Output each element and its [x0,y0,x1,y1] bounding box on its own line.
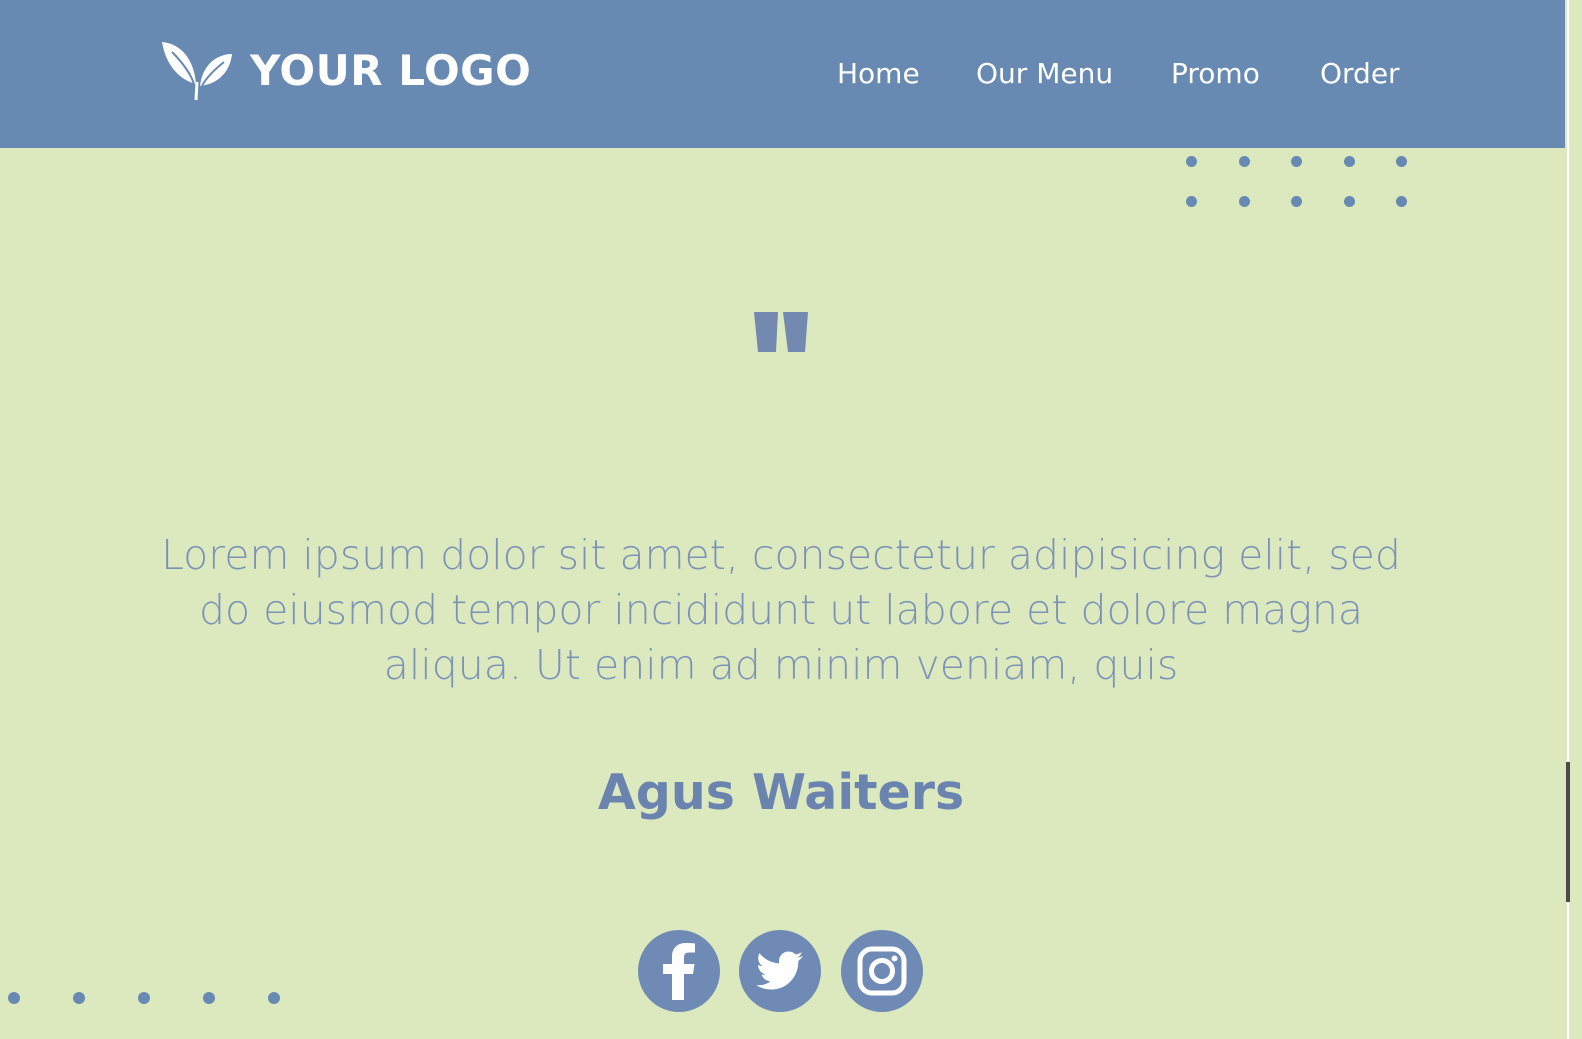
decor-dot [1291,156,1302,167]
decor-dot [1291,196,1302,207]
instagram-link[interactable] [841,930,923,1012]
scrollbar-thumb[interactable] [1566,762,1570,902]
quote-mark-icon [754,312,808,352]
vertical-scrollbar[interactable] [1565,0,1582,1039]
decor-dot [1186,196,1197,207]
decor-dot [73,992,85,1004]
decor-dot [1239,156,1250,167]
decor-dot [268,992,280,1004]
header-navbar: YOUR LOGO Home Our Menu Promo Order [0,0,1565,148]
facebook-link[interactable] [638,930,720,1012]
twitter-icon [756,951,803,990]
decor-dot [1239,196,1250,207]
main-nav: Home Our Menu Promo Order [0,56,1565,92]
decor-dot [138,992,150,1004]
decor-dot [8,992,20,1004]
decor-dot [1344,156,1355,167]
facebook-icon [663,943,695,1000]
decor-dot [1344,196,1355,207]
decor-dot [203,992,215,1004]
nav-promo[interactable]: Promo [1171,56,1260,92]
nav-order[interactable]: Order [1320,56,1400,92]
nav-home[interactable]: Home [837,56,920,92]
testimonial-author: Agus Waiters [597,764,965,821]
twitter-link[interactable] [739,930,821,1012]
decor-dot [1396,196,1407,207]
instagram-icon [857,946,907,996]
decor-dot [1186,156,1197,167]
decor-dot [1396,156,1407,167]
nav-our-menu[interactable]: Our Menu [976,56,1113,92]
testimonial-text: Lorem ipsum dolor sit amet, consectetur … [161,531,1401,689]
social-links [638,930,928,1014]
